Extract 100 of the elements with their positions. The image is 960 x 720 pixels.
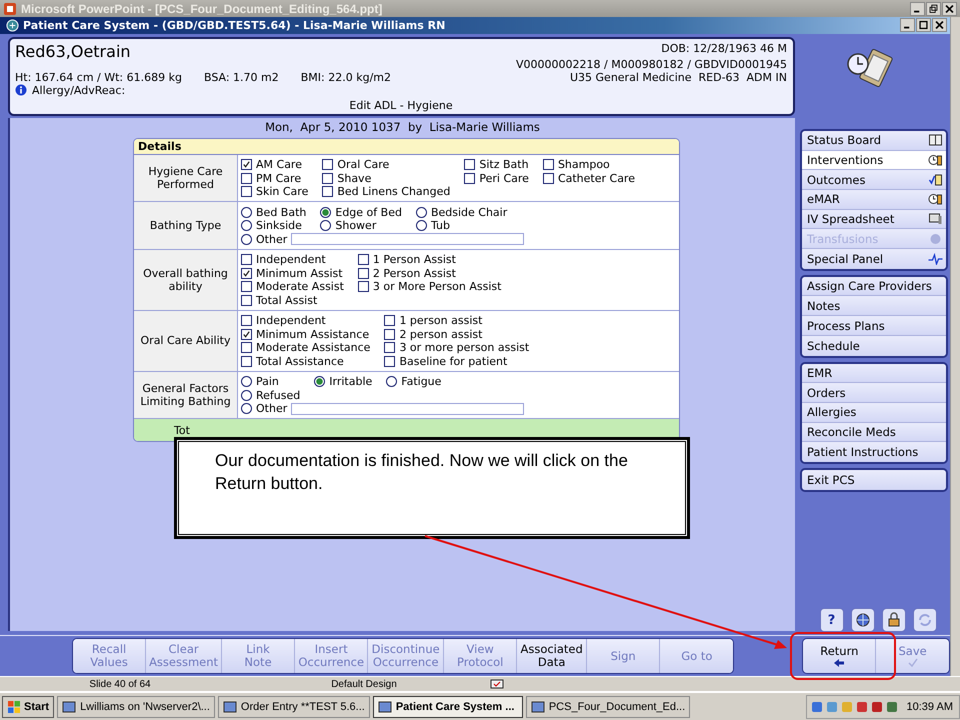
checkbox[interactable] <box>358 281 369 292</box>
tray-icon[interactable] <box>870 701 883 713</box>
checkbox[interactable] <box>322 159 334 170</box>
radio-button[interactable] <box>241 403 252 414</box>
option-label: Peri Care <box>479 172 529 185</box>
lock-icon[interactable] <box>882 608 906 632</box>
restore-icon[interactable] <box>926 2 941 16</box>
taskbar-button[interactable]: Patient Care System ... <box>372 696 523 718</box>
pulse-icon <box>928 252 943 265</box>
minimize-icon[interactable] <box>900 18 915 32</box>
radio-button[interactable] <box>314 376 326 388</box>
checkbox[interactable] <box>322 172 334 184</box>
checkbox[interactable] <box>241 328 252 340</box>
menu-item[interactable]: Status Board <box>802 130 946 151</box>
date-of-birth: DOB: 12/28/1963 46 M <box>661 42 787 55</box>
option-label: Minimum Assistance <box>256 328 370 341</box>
menu-item[interactable]: Orders <box>802 383 946 403</box>
menu-item[interactable]: Reconcile Meds <box>802 422 946 442</box>
radio-button[interactable] <box>416 220 427 232</box>
window-title: Microsoft PowerPoint - [PCS_Four_Document_Editing_564.ppt] <box>21 2 382 16</box>
menu-item[interactable]: Allergies <box>802 402 946 423</box>
checkbox[interactable] <box>384 328 396 340</box>
radio-button[interactable] <box>416 206 427 218</box>
checkbox[interactable] <box>542 172 554 184</box>
radio-button[interactable] <box>320 206 332 218</box>
option-label: 3 or More Person Assist <box>372 280 502 294</box>
row-label: Hygiene Care Performed <box>134 154 238 202</box>
radio-button[interactable] <box>386 376 398 388</box>
checkbox[interactable] <box>358 254 369 266</box>
input-field[interactable] <box>291 402 524 415</box>
radio-button[interactable] <box>241 220 252 232</box>
menu-item[interactable]: eMAR <box>802 190 946 210</box>
close-icon[interactable] <box>932 18 947 32</box>
option-label: Irritable <box>329 375 372 388</box>
clock-icon <box>928 193 943 206</box>
radio-button[interactable] <box>241 390 252 401</box>
checkbox[interactable] <box>241 172 252 184</box>
taskbar-button[interactable]: Lwilliams on 'Nwserver2\... <box>57 696 215 718</box>
checkbox[interactable] <box>384 315 396 326</box>
radio-button[interactable] <box>241 376 252 388</box>
checkbox[interactable] <box>241 186 252 198</box>
scrollbar[interactable] <box>950 17 960 676</box>
checkbox[interactable] <box>241 281 252 292</box>
menu-item[interactable]: Schedule <box>802 336 946 356</box>
radio-button[interactable] <box>241 206 252 218</box>
menu-item[interactable]: Assign Care Providers <box>802 276 946 296</box>
taskbar-button[interactable]: Order Entry **TEST 5.6... <box>218 696 370 718</box>
checkbox[interactable] <box>241 356 252 367</box>
radio-button[interactable] <box>241 234 252 245</box>
maximize-icon[interactable] <box>916 18 931 32</box>
taskbar-button[interactable]: PCS_Four_Document_Ed... <box>526 696 690 718</box>
row-label: Overall bathing ability <box>134 250 238 310</box>
disc-icon <box>928 232 943 245</box>
minimize-icon[interactable] <box>910 2 925 16</box>
option-label: 2 person assist <box>399 328 482 341</box>
option-label: Shampoo <box>558 158 610 172</box>
globe-icon[interactable] <box>850 608 874 632</box>
screen-icon <box>928 213 943 226</box>
checkbox[interactable] <box>241 315 252 326</box>
input-field[interactable] <box>291 233 524 246</box>
close-icon[interactable] <box>942 2 957 16</box>
checkbox[interactable] <box>358 268 369 279</box>
menu-item[interactable]: IV Spreadsheet <box>802 210 946 230</box>
checkbox[interactable] <box>241 268 252 279</box>
checkbox[interactable] <box>241 342 252 354</box>
windows-logo-icon <box>7 700 21 714</box>
checkbox[interactable] <box>241 254 252 266</box>
option-label: Other <box>256 402 288 416</box>
menu-item[interactable]: Special Panel <box>802 249 946 269</box>
toolbar-button[interactable]: Associated Data <box>517 639 588 674</box>
menu-item[interactable]: Notes <box>802 296 946 316</box>
menu-item[interactable]: Outcomes <box>802 170 946 190</box>
checkbox[interactable] <box>464 172 476 184</box>
tray-icon[interactable] <box>886 701 898 713</box>
menu-item[interactable]: Process Plans <box>802 316 946 336</box>
checkbox[interactable] <box>384 342 396 354</box>
option-label: Bed Bath <box>256 206 306 219</box>
info-icon <box>15 84 27 96</box>
checkbox[interactable] <box>384 356 396 367</box>
radio-button[interactable] <box>320 220 332 232</box>
menu-item[interactable]: Exit PCS <box>802 470 946 490</box>
start-button[interactable]: Start <box>2 696 54 718</box>
row-label: General Factors Limiting Bathing <box>134 372 238 418</box>
menu-item[interactable]: Interventions <box>802 150 946 170</box>
help-button[interactable]: ? <box>820 608 844 632</box>
menu-item[interactable]: EMR <box>802 364 946 384</box>
checkbox[interactable] <box>322 186 334 198</box>
option-label: 2 Person Assist <box>372 266 456 280</box>
return-button[interactable]: Return <box>803 639 876 674</box>
menu-item[interactable]: Patient Instructions <box>802 442 946 462</box>
checkbox[interactable] <box>542 159 554 170</box>
checkbox[interactable] <box>464 159 476 170</box>
checkbox[interactable] <box>241 159 252 170</box>
option-label: Total Assistance <box>256 354 344 368</box>
tray-icon[interactable] <box>856 701 868 713</box>
refresh-icon[interactable] <box>912 608 936 632</box>
checkbox[interactable] <box>241 294 252 306</box>
option-label: Moderate Assistance <box>256 341 370 354</box>
option-label: Other <box>256 232 288 246</box>
tray-icon[interactable] <box>810 701 823 713</box>
